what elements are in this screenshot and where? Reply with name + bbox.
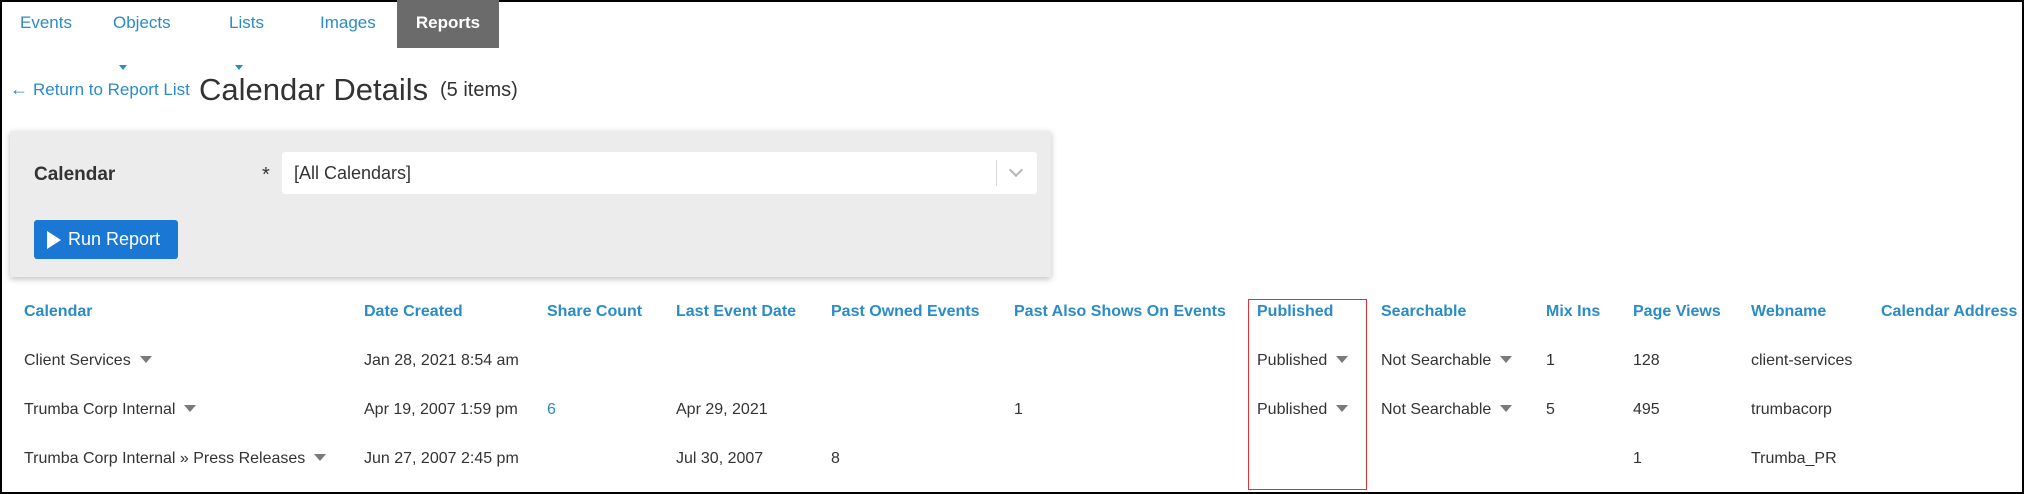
cell-past-also-shows: 1 bbox=[1014, 401, 1023, 418]
cell-past-owned-events: 8 bbox=[831, 450, 840, 467]
cell-page-views: 128 bbox=[1633, 352, 1660, 369]
calendar-name: Trumba Corp Internal » Press Releases bbox=[24, 450, 306, 467]
run-report-label: Run Report bbox=[68, 229, 161, 249]
nav-events[interactable]: Events bbox=[20, 0, 72, 48]
cell-page-views: 1 bbox=[1633, 450, 1642, 467]
col-searchable[interactable]: Searchable bbox=[1381, 303, 1466, 321]
nav-lists[interactable]: Lists bbox=[229, 0, 264, 71]
select-divider bbox=[996, 160, 997, 186]
cell-calendar: Trumba Corp Internal » Press Releases bbox=[24, 450, 327, 468]
required-marker: * bbox=[262, 164, 270, 186]
cell-mix-ins: 5 bbox=[1546, 401, 1555, 418]
searchable-value: Not Searchable bbox=[1381, 352, 1492, 369]
nav-lists-label: Lists bbox=[229, 13, 264, 32]
nav-reports[interactable]: Reports bbox=[397, 0, 499, 48]
calendar-select-value: [All Calendars] bbox=[294, 163, 412, 183]
filter-panel: Calendar * [All Calendars] Run Report bbox=[10, 131, 1051, 277]
cell-searchable: Not Searchable bbox=[1381, 352, 1513, 370]
back-link[interactable]: ← Return to Report List bbox=[10, 79, 190, 100]
page-title: Calendar Details bbox=[199, 72, 429, 107]
cell-webname: client-services bbox=[1751, 352, 1853, 369]
col-webname[interactable]: Webname bbox=[1751, 303, 1826, 321]
item-count: (5 items) bbox=[440, 79, 518, 101]
caret-down-icon bbox=[119, 65, 127, 71]
cell-webname: trumbacorp bbox=[1751, 401, 1832, 418]
chevron-down-icon[interactable] bbox=[1008, 162, 1024, 178]
col-past-owned-events[interactable]: Past Owned Events bbox=[831, 303, 980, 321]
cell-mix-ins: 1 bbox=[1546, 352, 1555, 369]
col-last-event-date[interactable]: Last Event Date bbox=[676, 303, 796, 321]
arrow-left-icon: ← bbox=[10, 79, 28, 99]
cell-webname: Trumba_PR bbox=[1751, 450, 1837, 467]
cell-last-event-date: Jul 30, 2007 bbox=[676, 450, 764, 467]
nav-images[interactable]: Images bbox=[320, 0, 376, 48]
col-calendar-address[interactable]: Calendar Address bbox=[1881, 303, 2017, 321]
caret-down-icon bbox=[235, 65, 243, 71]
cell-page-views: 495 bbox=[1633, 401, 1660, 418]
back-link-label: Return to Report List bbox=[33, 80, 190, 99]
cell-searchable: Not Searchable bbox=[1381, 401, 1513, 419]
nav-objects[interactable]: Objects bbox=[113, 0, 171, 71]
published-column-highlight bbox=[1248, 299, 1367, 490]
cell-date-created: Jan 28, 2021 8:54 am bbox=[364, 352, 519, 369]
dropdown-caret-icon[interactable] bbox=[139, 356, 152, 364]
dropdown-caret-icon[interactable] bbox=[184, 405, 197, 413]
cell-date-created: Apr 19, 2007 1:59 pm bbox=[364, 401, 518, 418]
col-mix-ins[interactable]: Mix Ins bbox=[1546, 303, 1600, 321]
dropdown-caret-icon[interactable] bbox=[1500, 405, 1513, 413]
calendar-name: Trumba Corp Internal bbox=[24, 401, 176, 418]
play-icon bbox=[47, 231, 61, 249]
col-share-count[interactable]: Share Count bbox=[547, 303, 642, 321]
dropdown-caret-icon[interactable] bbox=[1500, 356, 1513, 364]
searchable-value: Not Searchable bbox=[1381, 401, 1492, 418]
col-calendar[interactable]: Calendar bbox=[24, 303, 92, 321]
calendar-label: Calendar bbox=[34, 164, 116, 185]
col-date-created[interactable]: Date Created bbox=[364, 303, 463, 321]
cell-share-count-link[interactable]: 6 bbox=[547, 401, 556, 419]
col-page-views[interactable]: Page Views bbox=[1633, 303, 1721, 321]
cell-date-created: Jun 27, 2007 2:45 pm bbox=[364, 450, 519, 467]
run-report-button[interactable]: Run Report bbox=[34, 220, 178, 259]
col-past-also-shows[interactable]: Past Also Shows On Events bbox=[1014, 303, 1226, 321]
nav-objects-label: Objects bbox=[113, 13, 171, 32]
calendar-select[interactable]: [All Calendars] bbox=[282, 152, 1037, 194]
cell-last-event-date: Apr 29, 2021 bbox=[676, 401, 768, 418]
cell-calendar: Client Services bbox=[24, 352, 152, 370]
dropdown-caret-icon[interactable] bbox=[314, 454, 327, 462]
calendar-name: Client Services bbox=[24, 352, 131, 369]
cell-calendar: Trumba Corp Internal bbox=[24, 401, 197, 419]
